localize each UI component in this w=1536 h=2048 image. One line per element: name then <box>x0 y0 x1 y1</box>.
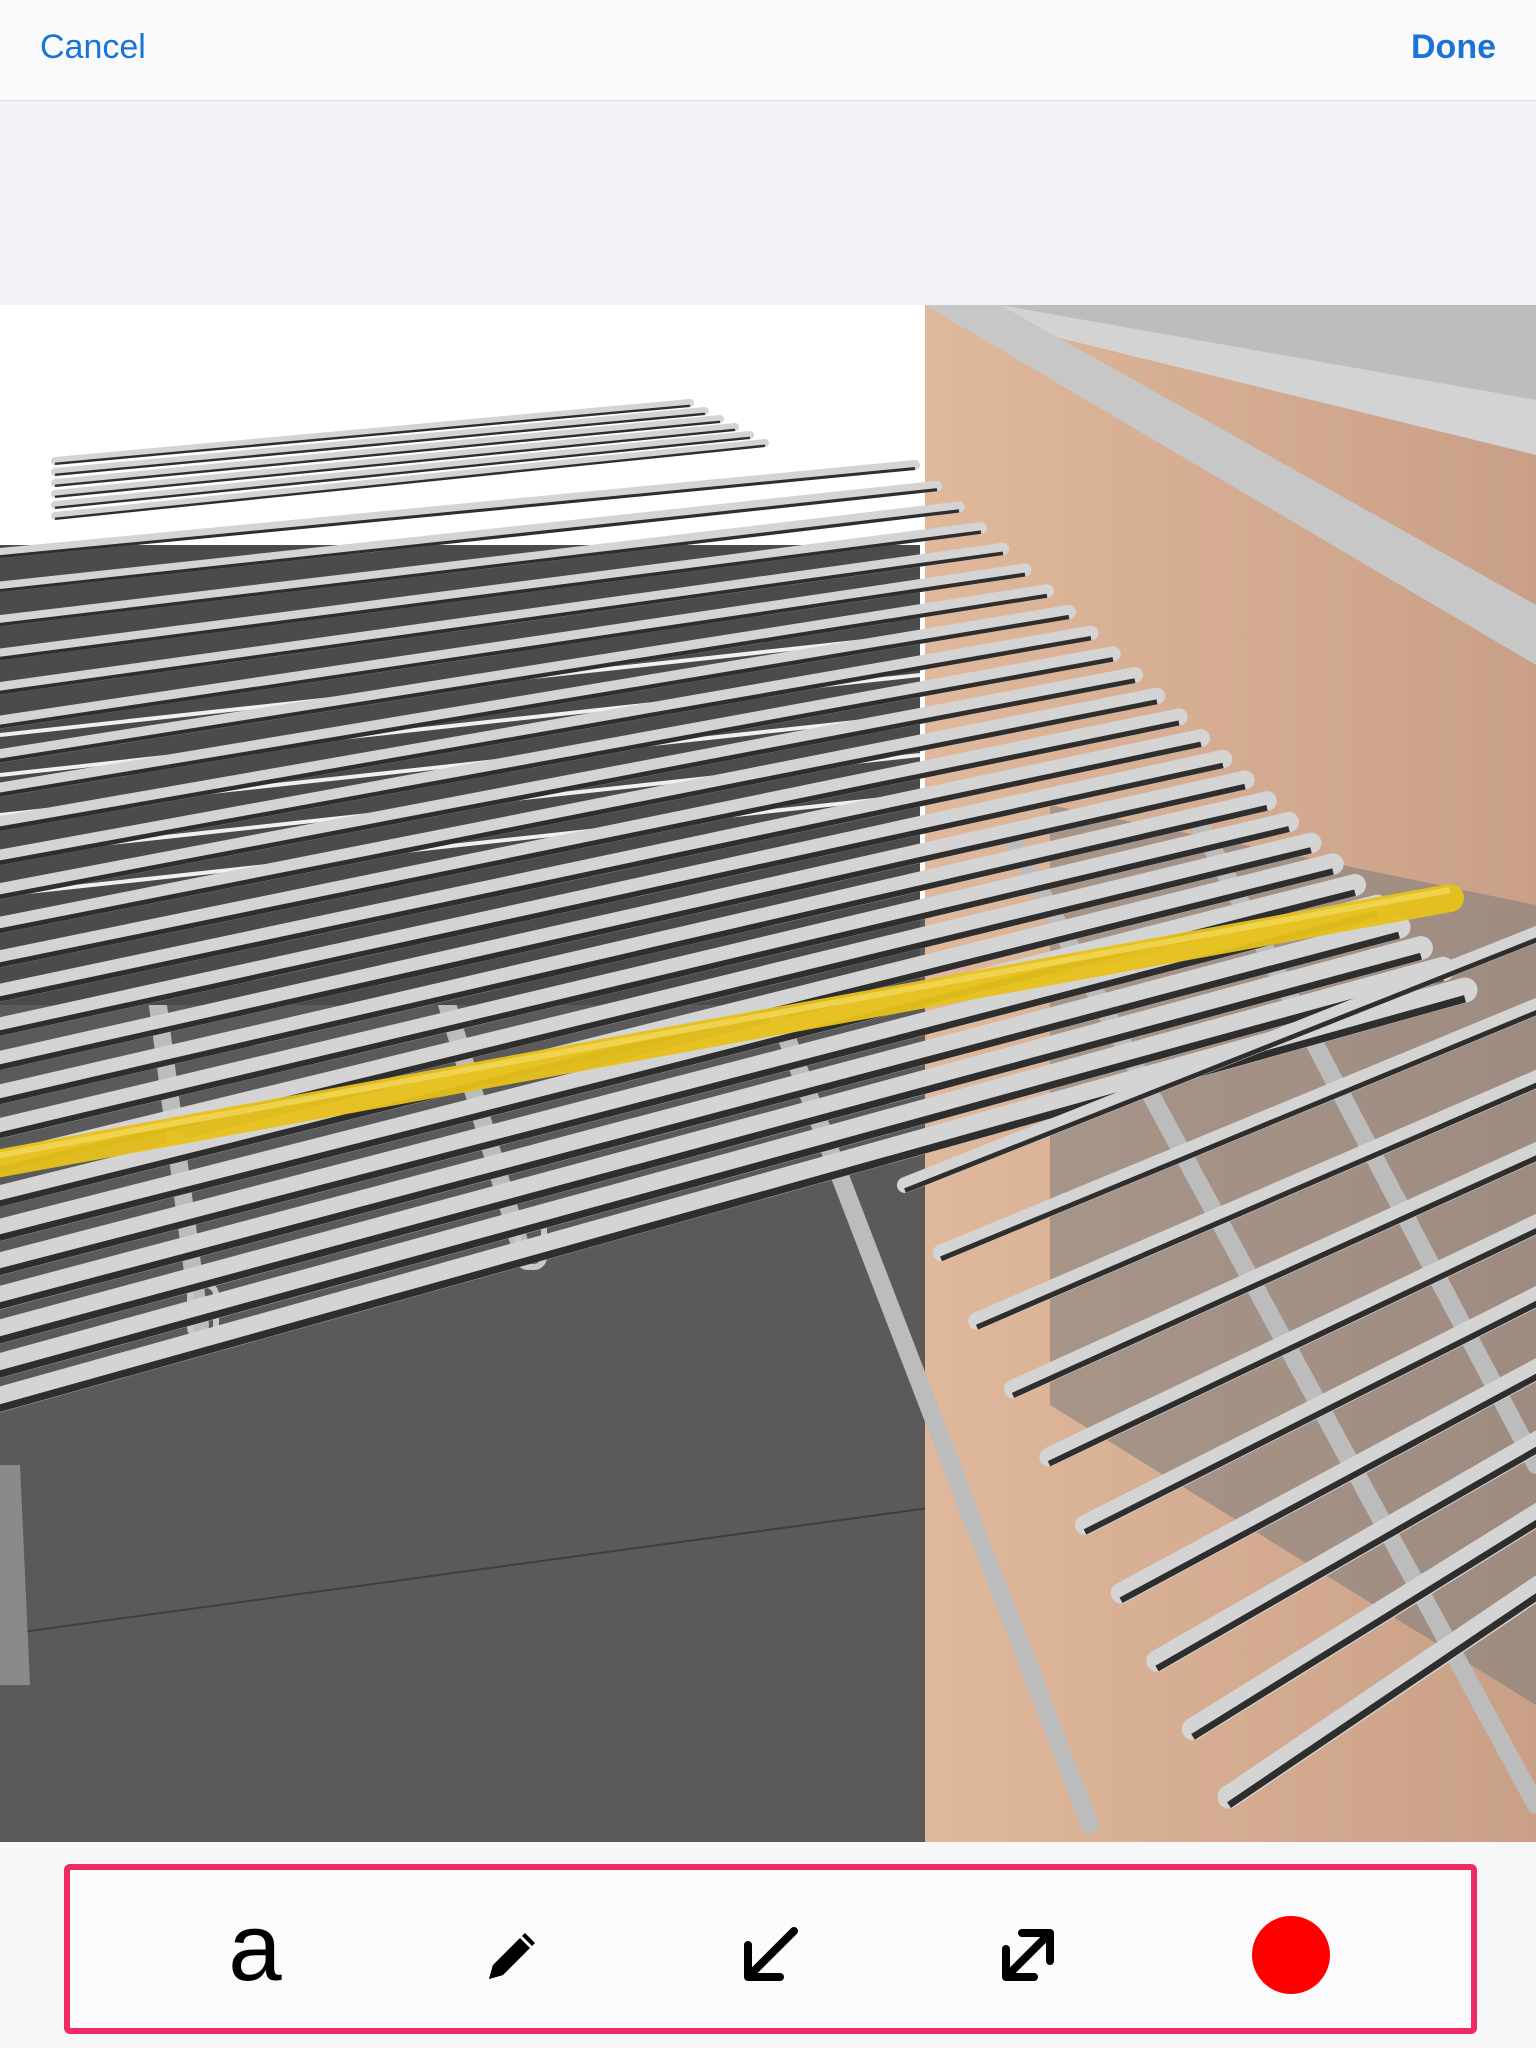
navigation-bar: Cancel Done <box>0 0 1536 101</box>
pencil-icon <box>489 1933 535 1979</box>
color-picker-button[interactable] <box>1246 1910 1336 2000</box>
header-spacer <box>0 101 1536 305</box>
arrow-icon <box>744 1927 798 1981</box>
double-arrow-tool-button[interactable] <box>983 1910 1073 2000</box>
markup-canvas[interactable] <box>0 305 1536 1842</box>
cancel-button[interactable]: Cancel <box>40 28 146 67</box>
double-arrow-icon <box>1002 1929 1054 1981</box>
arrow-tool-button[interactable] <box>725 1910 815 2000</box>
text-tool-button[interactable]: a <box>210 1900 300 2000</box>
rebar-3d-model-image <box>0 305 1536 1842</box>
markup-toolbar: a <box>64 1864 1477 2034</box>
text-tool-icon: a <box>228 1894 282 2001</box>
color-dot-icon <box>1252 1916 1330 1994</box>
pencil-tool-button[interactable] <box>468 1910 558 2000</box>
done-button[interactable]: Done <box>1411 28 1496 67</box>
